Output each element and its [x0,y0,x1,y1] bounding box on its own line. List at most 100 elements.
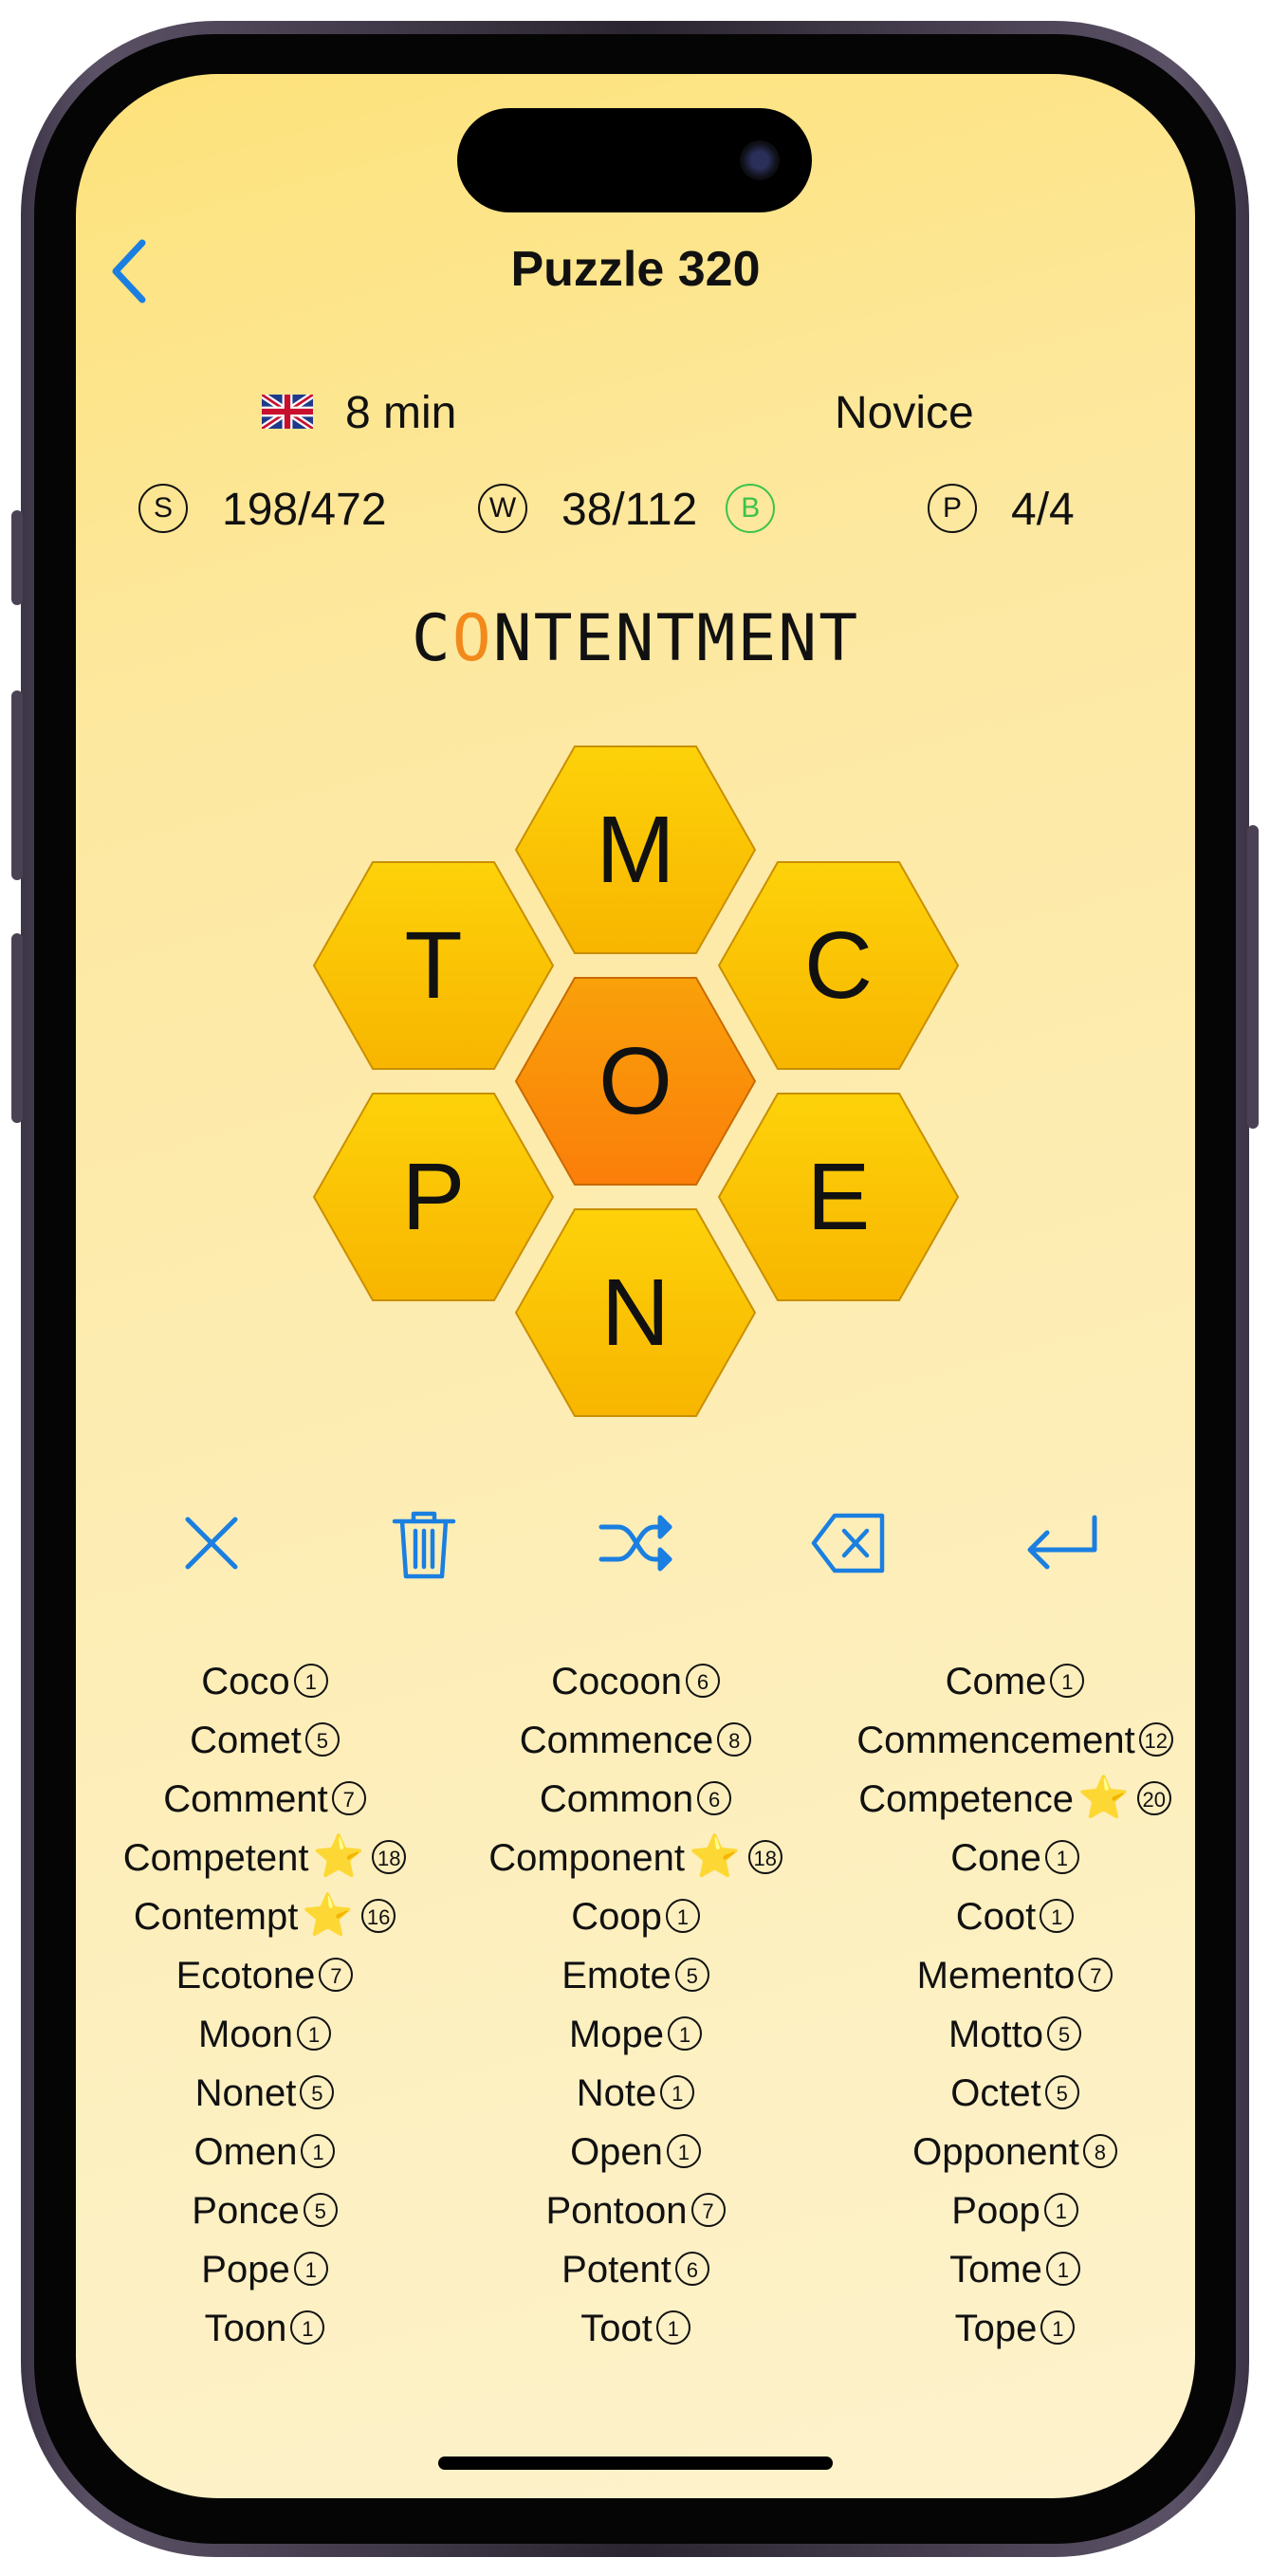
word-score-badge: 7 [690,2193,726,2228]
found-word-item[interactable]: Opponent 8 [825,2123,1195,2181]
word-score-badge: 16 [361,1899,396,1934]
found-word-text: Commence [519,1720,714,1761]
found-word-text: Moon [197,2014,294,2055]
found-word-item[interactable]: Pontoon 7 [446,2181,825,2240]
time-info: 8 min [262,387,456,439]
found-word-item[interactable]: Competence⭐ 20 [825,1770,1195,1829]
found-word-item[interactable]: Coot 1 [825,1887,1195,1946]
word-score-badge: 1 [301,2134,336,2169]
found-word-item[interactable]: Coco 1 [76,1652,454,1711]
found-word-item[interactable]: Come 1 [825,1652,1195,1711]
trash-icon [392,1511,456,1579]
found-word-text: Potent [561,2249,672,2291]
found-word-item[interactable]: Note 1 [446,2064,825,2123]
word-score-badge: 6 [674,2252,709,2287]
found-word-item[interactable]: Omen 1 [76,2123,454,2181]
found-word-item[interactable]: Commencement 12 [825,1711,1195,1770]
pangram-star-icon: ⭐ [312,1833,365,1881]
found-word-item[interactable]: Cone 1 [825,1829,1195,1887]
found-word-item[interactable]: Comet 5 [76,1711,454,1770]
found-word-text: Ecotone [175,1955,316,1996]
found-word-text: Cone [950,1837,1041,1879]
found-word-item[interactable]: Component⭐ 18 [446,1829,825,1887]
delete-word-button[interactable] [381,1500,467,1586]
enter-icon [1027,1515,1097,1570]
found-word-text: Tope [954,2308,1038,2349]
word-score-badge: 8 [1082,2134,1117,2169]
words-value: 38/112 [561,485,698,535]
page-title: Puzzle 320 [510,242,761,297]
pangram-badge: P [928,484,977,534]
found-word-item[interactable]: Memento 7 [825,1946,1195,2005]
word-score-badge: 6 [697,1781,732,1816]
word-score-badge: 18 [747,1840,782,1875]
bonus-badge[interactable]: B [726,484,776,534]
found-word-item[interactable]: Nonet 5 [76,2064,454,2123]
volume-down-button [11,933,23,1123]
found-word-text: Coco [201,1661,290,1702]
word-score-badge: 5 [304,1722,340,1757]
word-score-badge: 7 [1078,1958,1114,1993]
found-word-item[interactable]: Octet 5 [825,2064,1195,2123]
found-word-text: Opponent [912,2131,1079,2173]
found-word-item[interactable]: Cocoon 6 [446,1652,825,1711]
word-score-badge: 1 [666,2134,701,2169]
found-word-text: Competence [858,1778,1074,1820]
found-word-item[interactable]: Contempt⭐ 16 [76,1887,454,1946]
pangram-star-icon: ⭐ [1077,1775,1130,1822]
found-word-item[interactable]: Commence 8 [446,1711,825,1770]
found-word-item[interactable]: Pope 1 [76,2240,454,2299]
word-score-badge: 1 [297,2016,332,2052]
found-word-text: Nonet [194,2072,297,2114]
found-word-item[interactable]: Tope 1 [825,2299,1195,2358]
found-word-item[interactable]: Potent 6 [446,2240,825,2299]
found-word-item[interactable]: Mope 1 [446,2005,825,2064]
found-word-text: Comment [163,1778,328,1820]
word-score-badge: 1 [665,1899,700,1934]
hex-bottom[interactable]: N [515,1208,756,1417]
found-word-item[interactable]: Toon 1 [76,2299,454,2358]
found-word-item[interactable]: Common 6 [446,1770,825,1829]
enter-button[interactable] [1019,1500,1104,1586]
backspace-button[interactable] [806,1500,892,1586]
word-score-badge: 5 [1047,2016,1082,2052]
word-score-badge: 1 [655,2310,690,2346]
found-word-item[interactable]: Ponce 5 [76,2181,454,2240]
word-score-badge: 20 [1136,1781,1171,1816]
found-word-item[interactable]: Emote 5 [446,1946,825,2005]
found-word-text: Emote [561,1955,672,1996]
found-word-item[interactable]: Tome 1 [825,2240,1195,2299]
shuffle-button[interactable] [594,1500,679,1586]
found-word-item[interactable]: Moon 1 [76,2005,454,2064]
camera-icon [740,140,780,180]
found-word-text: Commencement [856,1720,1135,1761]
found-word-item[interactable]: Comment 7 [76,1770,454,1829]
word-score-badge: 7 [331,1781,366,1816]
time-label: 8 min [345,388,457,438]
power-button [1247,825,1259,1129]
word-score-badge: 1 [290,2310,325,2346]
dynamic-island [457,108,812,212]
found-word-item[interactable]: Open 1 [446,2123,825,2181]
score-info: S 198/472 [138,484,387,537]
words-info: W 38/112 B [478,484,776,537]
current-word-highlight: O [451,601,493,676]
found-word-text: Open [570,2131,663,2173]
word-score-badge: 18 [372,1840,407,1875]
found-word-item[interactable]: Motto 5 [825,2005,1195,2064]
volume-up-button [11,690,23,880]
clear-button[interactable] [169,1500,254,1586]
found-word-item[interactable]: Coop 1 [446,1887,825,1946]
found-word-text: Cocoon [551,1661,682,1702]
word-score-badge: 8 [717,1722,752,1757]
pangram-star-icon: ⭐ [689,1833,741,1881]
found-word-text: Coop [571,1896,662,1938]
home-indicator[interactable] [438,2456,833,2470]
shuffle-icon [598,1515,672,1572]
found-word-item[interactable]: Competent⭐ 18 [76,1829,454,1887]
word-score-badge: 5 [1044,2075,1079,2110]
found-word-text: Toon [204,2308,287,2349]
found-word-item[interactable]: Poop 1 [825,2181,1195,2240]
found-word-item[interactable]: Toot 1 [446,2299,825,2358]
found-word-item[interactable]: Ecotone 7 [76,1946,454,2005]
